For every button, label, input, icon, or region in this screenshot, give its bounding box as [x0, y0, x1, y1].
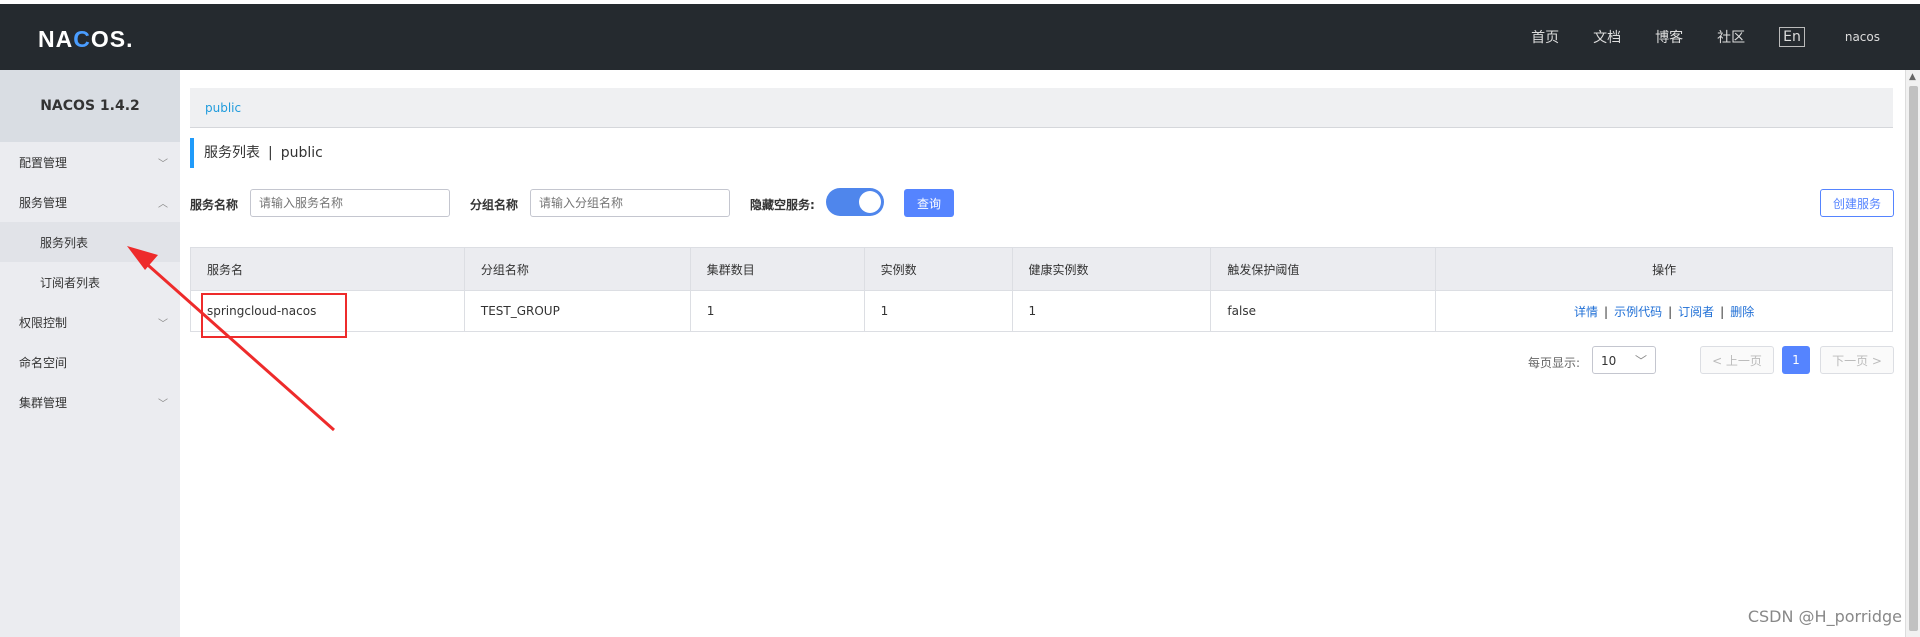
sidebar-item-access-control[interactable]: 权限控制 ﹀ — [0, 302, 180, 342]
chevron-down-icon: ﹀ — [158, 399, 168, 410]
scroll-up-arrow-icon[interactable]: ▲ — [1909, 72, 1916, 82]
annotation-highlight-box — [201, 293, 347, 338]
chevron-up-icon: ︿ — [158, 199, 168, 210]
sidebar-item-config-management[interactable]: 配置管理 ﹀ — [0, 142, 180, 182]
logo-text-right: OS. — [90, 26, 134, 52]
logo-infinity-icon: C — [73, 26, 91, 52]
sidebar-item-label: 集群管理 — [19, 395, 68, 410]
sidebar-item-service-management[interactable]: 服务管理 ︿ — [0, 182, 180, 222]
create-service-button[interactable]: 创建服务 — [1820, 189, 1894, 217]
nav-docs[interactable]: 文档 — [1593, 27, 1621, 47]
cell-cluster-count: 1 — [689, 290, 865, 332]
cell-healthy-count: 1 — [1011, 290, 1212, 332]
chevron-down-icon: ﹀ — [1634, 354, 1647, 368]
sidebar-item-label: 服务列表 — [40, 235, 89, 250]
hide-empty-toggle[interactable] — [826, 188, 884, 216]
search-form: 服务名称 分组名称 隐藏空服务: 查询 创建服务 — [190, 187, 1894, 217]
column-header: 服务名 — [190, 247, 465, 291]
sample-code-link[interactable]: 示例代码 — [1614, 305, 1662, 319]
toggle-knob — [859, 191, 881, 213]
sidebar-item-cluster-management[interactable]: 集群管理 ﹀ — [0, 382, 180, 422]
top-header: NACOS. 首页 文档 博客 社区 En nacos — [0, 4, 1920, 70]
chevron-down-icon: ﹀ — [158, 319, 168, 330]
sidebar-item-label: 命名空间 — [19, 355, 68, 370]
logo-text-left: NA — [38, 26, 74, 52]
delete-link[interactable]: 删除 — [1730, 305, 1754, 319]
page-title-namespace: public — [280, 145, 323, 161]
language-switch[interactable]: En — [1779, 27, 1805, 47]
version-label: NACOS 1.4.2 — [0, 70, 180, 142]
op-divider: | — [1604, 304, 1609, 319]
prev-page-button[interactable]: < 上一页 — [1700, 346, 1774, 374]
page-title: 服务列表 | public — [190, 138, 323, 168]
sidebar-item-service-list[interactable]: 服务列表 — [0, 222, 180, 262]
per-page-select[interactable]: 10 ﹀ — [1592, 346, 1656, 374]
detail-link[interactable]: 详情 — [1574, 305, 1598, 319]
cell-group-name: TEST_GROUP — [463, 290, 691, 332]
pagination: 每页显示: 10 ﹀ < 上一页 1 下一页 > — [1520, 345, 1894, 375]
per-page-label: 每页显示: — [1528, 356, 1581, 370]
cell-instance-count: 1 — [863, 290, 1013, 332]
sidebar-item-label: 权限控制 — [19, 315, 68, 330]
nav-blog[interactable]: 博客 — [1655, 27, 1683, 47]
group-name-input[interactable] — [530, 189, 730, 217]
sidebar-item-label: 服务管理 — [19, 195, 68, 210]
group-name-label: 分组名称 — [470, 198, 519, 212]
column-header: 实例数 — [863, 247, 1013, 291]
watermark: CSDN @H_porridge — [1747, 607, 1902, 626]
service-name-label: 服务名称 — [190, 198, 239, 212]
chevron-down-icon: ﹀ — [158, 159, 168, 170]
cell-operations: 详情 | 示例代码 | 订阅者 | 删除 — [1435, 290, 1893, 332]
next-page-button[interactable]: 下一页 > — [1820, 346, 1894, 374]
sidebar-item-subscriber-list[interactable]: 订阅者列表 — [0, 262, 180, 302]
namespace-bar: public — [190, 88, 1893, 128]
cell-protect-threshold: false — [1210, 290, 1437, 332]
column-header: 触发保护阈值 — [1210, 247, 1437, 291]
table-header-row: 服务名 分组名称 集群数目 实例数 健康实例数 触发保护阈值 操作 — [190, 247, 1893, 291]
service-table: 服务名 分组名称 集群数目 实例数 健康实例数 触发保护阈值 操作 spring… — [190, 247, 1893, 332]
nav-community[interactable]: 社区 — [1717, 27, 1745, 47]
hide-empty-label: 隐藏空服务: — [750, 198, 815, 212]
nacos-logo[interactable]: NACOS. — [38, 26, 133, 53]
column-header: 操作 — [1435, 247, 1893, 291]
current-page-button[interactable]: 1 — [1782, 346, 1810, 374]
title-separator: | — [268, 145, 273, 161]
user-menu[interactable]: nacos — [1845, 30, 1880, 44]
sidebar-item-namespace[interactable]: 命名空间 — [0, 342, 180, 382]
column-header: 集群数目 — [689, 247, 865, 291]
op-divider: | — [1720, 304, 1725, 319]
nav-home[interactable]: 首页 — [1531, 27, 1559, 47]
column-header: 健康实例数 — [1011, 247, 1212, 291]
query-button[interactable]: 查询 — [904, 189, 954, 217]
top-nav: 首页 文档 博客 社区 En nacos — [1497, 4, 1880, 70]
service-name-input[interactable] — [250, 189, 450, 217]
sidebar-item-label: 配置管理 — [19, 155, 68, 170]
table-row: springcloud-nacos TEST_GROUP 1 1 1 false… — [190, 290, 1893, 332]
sidebar: NACOS 1.4.2 配置管理 ﹀ 服务管理 ︿ 服务列表 订阅者列表 权限控… — [0, 70, 180, 637]
scrollbar-thumb[interactable] — [1909, 86, 1918, 631]
sidebar-item-label: 订阅者列表 — [40, 275, 101, 290]
namespace-public-link[interactable]: public — [205, 101, 241, 115]
page-title-text: 服务列表 — [204, 145, 260, 161]
subscribers-link[interactable]: 订阅者 — [1678, 305, 1714, 319]
op-divider: | — [1668, 304, 1673, 319]
page-scrollbar[interactable]: ▲ — [1905, 70, 1920, 637]
column-header: 分组名称 — [463, 247, 691, 291]
per-page-value: 10 — [1601, 354, 1617, 368]
